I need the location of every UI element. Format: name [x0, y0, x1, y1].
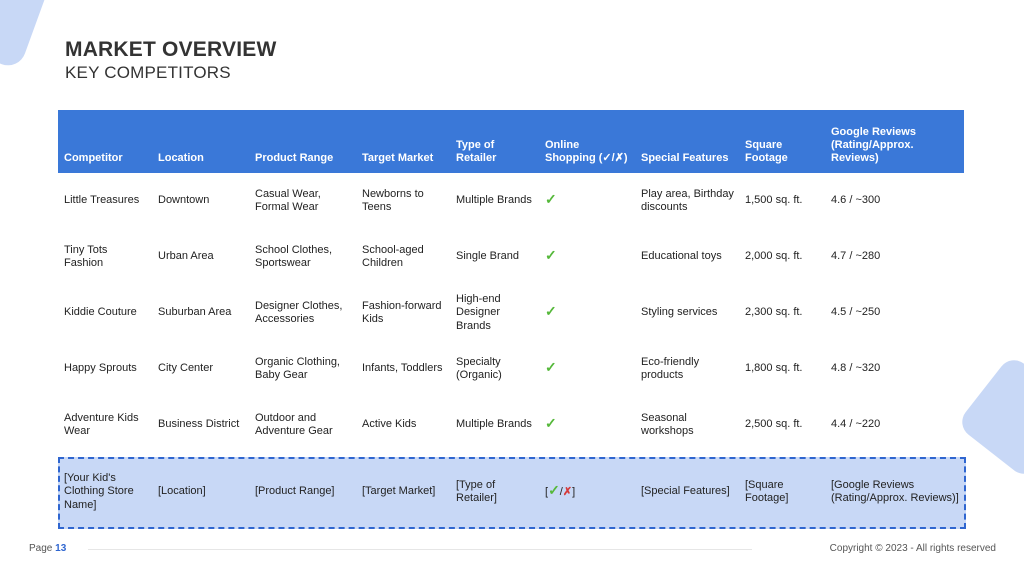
cell-target-market: Newborns to Teens [362, 187, 424, 214]
own-online-shopping: [✓/✗] [539, 457, 635, 527]
bracket-close: ] [572, 486, 576, 499]
check-icon: ✓ [545, 359, 557, 376]
page-number: Page 13 [29, 543, 66, 554]
own-google-reviews: [Google Reviews (Rating/Approx. Reviews)… [831, 478, 959, 505]
cell-special-features: Eco-friendly products [641, 355, 700, 382]
cell-competitor: Happy Sprouts [64, 362, 137, 375]
cell-google-reviews: 4.4 / ~220 [831, 418, 881, 431]
decorative-shape-right [955, 353, 1024, 481]
own-store-table: [Your Kid's Clothing Store Name] [Locati… [58, 457, 964, 527]
cross-icon: ✗ [562, 486, 573, 499]
cell-online-shopping: ✓ [539, 397, 635, 453]
cell-type-of-retailer: Single Brand [456, 250, 519, 263]
header-competitor: Competitor [58, 110, 152, 173]
cell-online-shopping: ✓ [539, 341, 635, 397]
cell-google-reviews: 4.8 / ~320 [831, 362, 881, 375]
own-type-of-retailer: [Type of Retailer] [456, 478, 497, 505]
own-target-market: [Target Market] [362, 485, 436, 498]
cell-online-shopping: ✓ [539, 229, 635, 285]
cell-square-footage: 2,300 sq. ft. [745, 306, 803, 319]
table-header-row: Competitor Location Product Range Target… [58, 110, 964, 173]
cell-online-shopping: ✓ [539, 173, 635, 229]
cell-special-features: Play area, Birthday discounts [641, 187, 734, 214]
cell-google-reviews: 4.5 / ~250 [831, 306, 881, 319]
table-row: Happy Sprouts City Center Organic Clothi… [58, 341, 964, 397]
cell-square-footage: 2,500 sq. ft. [745, 418, 803, 431]
cell-type-of-retailer: Specialty (Organic) [456, 355, 502, 382]
cell-online-shopping: ✓ [539, 285, 635, 341]
header-product-range: Product Range [249, 110, 356, 173]
decorative-shape-top-left [0, 0, 57, 71]
check-icon: ✓ [545, 191, 557, 208]
cell-location: Urban Area [158, 250, 214, 263]
cell-competitor: Little Treasures [64, 194, 140, 207]
table-row: Tiny Tots Fashion Urban Area School Clot… [58, 229, 964, 285]
check-icon: ✓ [545, 247, 557, 264]
header-location: Location [152, 110, 249, 173]
cell-google-reviews: 4.7 / ~280 [831, 250, 881, 263]
cell-product-range: Designer Clothes, Accessories [255, 299, 343, 326]
header-type-of-retailer: Type of Retailer [450, 110, 539, 173]
own-location: [Location] [158, 485, 206, 498]
cell-target-market: Active Kids [362, 418, 417, 431]
slide-title: MARKET OVERVIEW [65, 38, 277, 61]
check-icon: ✓ [548, 482, 560, 499]
cell-special-features: Seasonal workshops [641, 411, 694, 438]
cell-square-footage: 1,500 sq. ft. [745, 194, 803, 207]
header-google-reviews: Google Reviews (Rating/Approx. Reviews) [825, 110, 964, 173]
footer-divider [88, 549, 752, 550]
table-row: Adventure Kids Wear Business District Ou… [58, 397, 964, 453]
check-icon: ✓ [545, 303, 557, 320]
cell-type-of-retailer: Multiple Brands [456, 418, 532, 431]
header-target-market: Target Market [356, 110, 450, 173]
cell-square-footage: 2,000 sq. ft. [745, 250, 803, 263]
cell-product-range: Outdoor and Adventure Gear [255, 411, 333, 438]
header-square-footage: Square Footage [739, 110, 825, 173]
own-competitor: [Your Kid's Clothing Store Name] [64, 471, 134, 511]
cell-google-reviews: 4.6 / ~300 [831, 194, 881, 207]
cell-competitor: Kiddie Couture [64, 306, 137, 319]
own-store-row: [Your Kid's Clothing Store Name] [Locati… [58, 457, 964, 527]
cell-type-of-retailer: High-end Designer Brands [456, 292, 501, 332]
cell-location: City Center [158, 362, 214, 375]
cell-type-of-retailer: Multiple Brands [456, 194, 532, 207]
cell-product-range: Casual Wear, Formal Wear [255, 187, 321, 214]
header-special-features: Special Features [635, 110, 739, 173]
cell-location: Downtown [158, 194, 210, 207]
cell-target-market: Infants, Toddlers [362, 362, 443, 375]
copyright-text: Copyright © 2023 - All rights reserved [829, 543, 996, 554]
table-row: Kiddie Couture Suburban Area Designer Cl… [58, 285, 964, 341]
header-online-shopping: Online Shopping (✓/✗) [539, 110, 635, 173]
cell-competitor: Adventure Kids Wear [64, 411, 139, 438]
own-square-footage: [Square Footage] [745, 478, 789, 505]
cell-target-market: Fashion-forward Kids [362, 299, 442, 326]
table-row: Little Treasures Downtown Casual Wear, F… [58, 173, 964, 229]
cell-square-footage: 1,800 sq. ft. [745, 362, 803, 375]
slide-subtitle: KEY COMPETITORS [65, 63, 231, 82]
check-icon: ✓ [545, 415, 557, 432]
page-label: Page [29, 543, 53, 554]
cell-special-features: Styling services [641, 306, 718, 319]
cell-product-range: School Clothes, Sportswear [255, 243, 333, 270]
page-number-value: 13 [55, 543, 67, 554]
cell-product-range: Organic Clothing, Baby Gear [255, 355, 340, 382]
own-product-range: [Product Range] [255, 485, 335, 498]
cell-location: Business District [158, 418, 240, 431]
competitors-table: Competitor Location Product Range Target… [58, 110, 964, 453]
cell-target-market: School-aged Children [362, 243, 424, 270]
cell-special-features: Educational toys [641, 250, 722, 263]
own-special-features: [Special Features] [641, 485, 730, 498]
cell-competitor: Tiny Tots Fashion [64, 243, 108, 270]
cell-location: Suburban Area [158, 306, 232, 319]
